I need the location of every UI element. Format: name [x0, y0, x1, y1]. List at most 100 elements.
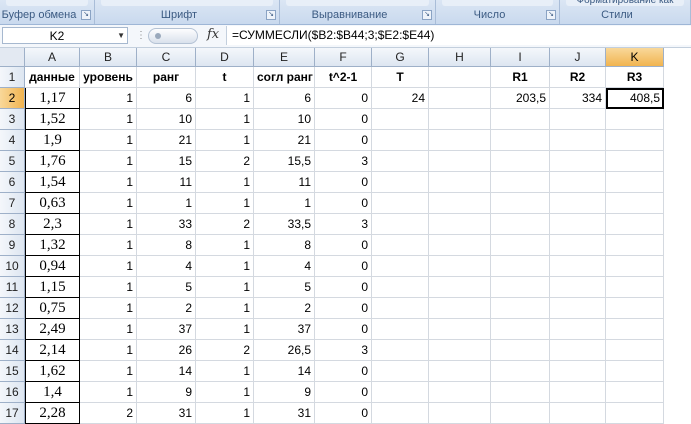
- cell-a9[interactable]: 1,32: [25, 235, 80, 256]
- cell-j10[interactable]: [550, 256, 606, 277]
- cell-f4[interactable]: 0: [315, 130, 372, 151]
- row-header-12[interactable]: 12: [0, 298, 25, 319]
- cell-b13[interactable]: 1: [80, 319, 137, 340]
- cell-a13[interactable]: 2,49: [25, 319, 80, 340]
- dialog-launcher-icon[interactable]: ↘: [422, 10, 432, 20]
- cell-e5[interactable]: 15,5: [254, 151, 315, 172]
- cell-i15[interactable]: [491, 361, 550, 382]
- cell-d3[interactable]: 1: [196, 109, 254, 130]
- cell-h2[interactable]: [429, 88, 491, 109]
- cell-h12[interactable]: [429, 298, 491, 319]
- cell-h11[interactable]: [429, 277, 491, 298]
- cell-j8[interactable]: [550, 214, 606, 235]
- cell-g11[interactable]: [372, 277, 429, 298]
- cell-i7[interactable]: [491, 193, 550, 214]
- cell-e17[interactable]: 31: [254, 403, 315, 424]
- insert-function-icon[interactable]: fx: [207, 27, 219, 42]
- cell-j12[interactable]: [550, 298, 606, 319]
- cell-i12[interactable]: [491, 298, 550, 319]
- column-header-f[interactable]: F: [315, 48, 372, 67]
- cell-e3[interactable]: 10: [254, 109, 315, 130]
- cell-g12[interactable]: [372, 298, 429, 319]
- row-header-10[interactable]: 10: [0, 256, 25, 277]
- row-header-4[interactable]: 4: [0, 130, 25, 151]
- cell-d17[interactable]: 1: [196, 403, 254, 424]
- cell-h17[interactable]: [429, 403, 491, 424]
- cell-b1[interactable]: уровень: [80, 67, 137, 88]
- cell-e15[interactable]: 14: [254, 361, 315, 382]
- cell-b2[interactable]: 1: [80, 88, 137, 109]
- column-header-d[interactable]: D: [196, 48, 254, 67]
- dialog-launcher-icon[interactable]: ↘: [266, 10, 276, 20]
- column-header-e[interactable]: E: [254, 48, 315, 67]
- cell-b9[interactable]: 1: [80, 235, 137, 256]
- cell-d8[interactable]: 2: [196, 214, 254, 235]
- cell-k11[interactable]: [606, 277, 664, 298]
- cell-e12[interactable]: 2: [254, 298, 315, 319]
- row-header-16[interactable]: 16: [0, 382, 25, 403]
- cell-i6[interactable]: [491, 172, 550, 193]
- cell-j5[interactable]: [550, 151, 606, 172]
- cell-c3[interactable]: 10: [137, 109, 196, 130]
- cell-j9[interactable]: [550, 235, 606, 256]
- cell-g3[interactable]: [372, 109, 429, 130]
- cell-h9[interactable]: [429, 235, 491, 256]
- cell-h5[interactable]: [429, 151, 491, 172]
- cell-a14[interactable]: 2,14: [25, 340, 80, 361]
- cell-c4[interactable]: 21: [137, 130, 196, 151]
- column-header-b[interactable]: B: [80, 48, 137, 67]
- cell-g1[interactable]: T: [372, 67, 429, 88]
- cell-k15[interactable]: [606, 361, 664, 382]
- cell-g14[interactable]: [372, 340, 429, 361]
- cell-i11[interactable]: [491, 277, 550, 298]
- cell-f13[interactable]: 0: [315, 319, 372, 340]
- cell-f12[interactable]: 0: [315, 298, 372, 319]
- cell-k7[interactable]: [606, 193, 664, 214]
- cell-a17[interactable]: 2,28: [25, 403, 80, 424]
- cell-d10[interactable]: 1: [196, 256, 254, 277]
- cell-i13[interactable]: [491, 319, 550, 340]
- cell-j11[interactable]: [550, 277, 606, 298]
- cell-k12[interactable]: [606, 298, 664, 319]
- cell-a8[interactable]: 2,3: [25, 214, 80, 235]
- cell-f3[interactable]: 0: [315, 109, 372, 130]
- cell-c8[interactable]: 33: [137, 214, 196, 235]
- cell-c13[interactable]: 37: [137, 319, 196, 340]
- column-header-k[interactable]: K: [606, 48, 664, 67]
- cell-e13[interactable]: 37: [254, 319, 315, 340]
- cell-c5[interactable]: 15: [137, 151, 196, 172]
- row-header-7[interactable]: 7: [0, 193, 25, 214]
- ribbon-group-controls[interactable]: Форматирование как: [566, 0, 684, 6]
- cell-b11[interactable]: 1: [80, 277, 137, 298]
- cell-j6[interactable]: [550, 172, 606, 193]
- cell-h4[interactable]: [429, 130, 491, 151]
- cell-h10[interactable]: [429, 256, 491, 277]
- cell-h7[interactable]: [429, 193, 491, 214]
- dialog-launcher-icon[interactable]: ↘: [546, 10, 556, 20]
- cell-f14[interactable]: 3: [315, 340, 372, 361]
- cell-j16[interactable]: [550, 382, 606, 403]
- formula-cancel-enter-buttons[interactable]: [148, 28, 198, 44]
- ribbon-group-controls[interactable]: [286, 0, 429, 6]
- select-all-corner[interactable]: [0, 48, 25, 67]
- cell-h3[interactable]: [429, 109, 491, 130]
- cell-i14[interactable]: [491, 340, 550, 361]
- cell-g13[interactable]: [372, 319, 429, 340]
- cell-b10[interactable]: 1: [80, 256, 137, 277]
- cell-f6[interactable]: 0: [315, 172, 372, 193]
- cell-g9[interactable]: [372, 235, 429, 256]
- cell-f2[interactable]: 0: [315, 88, 372, 109]
- cell-d14[interactable]: 2: [196, 340, 254, 361]
- cell-h8[interactable]: [429, 214, 491, 235]
- cell-f7[interactable]: 0: [315, 193, 372, 214]
- cell-j13[interactable]: [550, 319, 606, 340]
- row-header-14[interactable]: 14: [0, 340, 25, 361]
- cell-k14[interactable]: [606, 340, 664, 361]
- splitter-dots-icon[interactable]: ⋮: [136, 29, 146, 43]
- row-header-17[interactable]: 17: [0, 403, 25, 424]
- cell-k2[interactable]: 408,5: [606, 88, 664, 109]
- cell-c11[interactable]: 5: [137, 277, 196, 298]
- ribbon-group-controls[interactable]: [6, 0, 88, 6]
- cell-f11[interactable]: 0: [315, 277, 372, 298]
- cell-c10[interactable]: 4: [137, 256, 196, 277]
